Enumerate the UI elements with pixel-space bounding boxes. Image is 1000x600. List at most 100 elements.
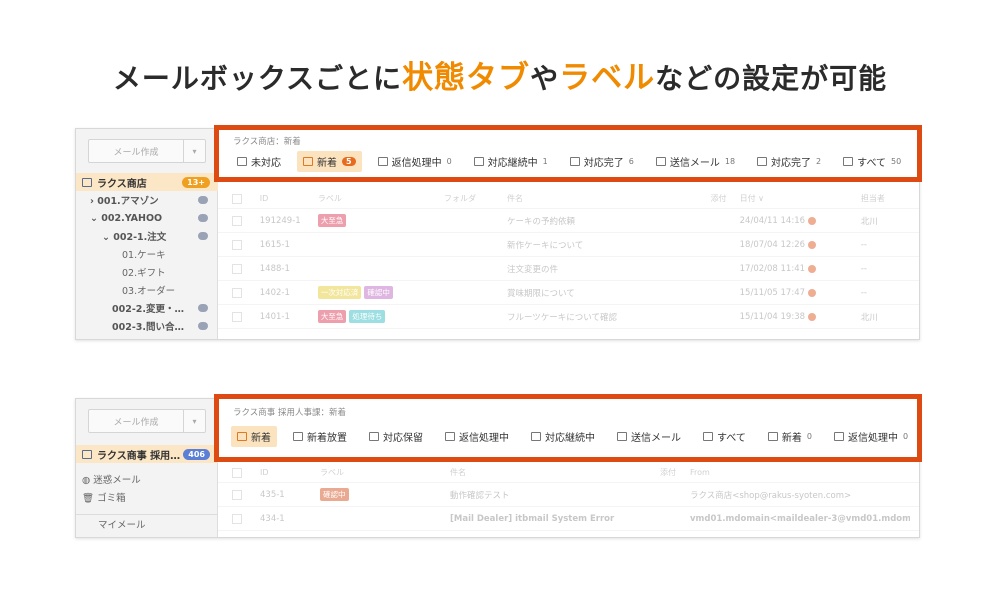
tab-label: 対応保留 [383, 433, 423, 444]
tab-count: 2 [816, 157, 822, 166]
folder-label: 002-2.変更・… [112, 304, 184, 315]
folder-item[interactable]: ◍ 迷惑メール [76, 470, 218, 488]
unread-badge: 406 [183, 448, 210, 460]
tab-icon [843, 157, 854, 166]
tab-icon [237, 432, 247, 441]
status-tab[interactable]: 新着 5 [297, 151, 362, 172]
tab-icon [569, 157, 580, 166]
tab-label: 新着 [251, 433, 271, 444]
breadcrumb: ラクス商事 採用人事課：新着 [233, 408, 346, 418]
headline-accent-labels: ラベル [559, 60, 656, 96]
folder-item[interactable]: 03.オーダー [76, 281, 218, 299]
breadcrumb: ラクス商店：新着 [233, 137, 301, 147]
sidebar: メール作成 ▾ ラクス商事 採用… 406 ◍ 迷惑メール 🗑 ゴミ箱 マイメー… [76, 399, 218, 537]
tab-label: 返信処理中 [459, 433, 509, 444]
tab-label: 新着 [781, 433, 802, 444]
status-tab[interactable]: 返信処理中 [439, 426, 515, 447]
account-label: ラクス商店 [97, 178, 147, 190]
compose-label: メール作成 [113, 417, 159, 428]
status-tab[interactable]: 新着放置 [287, 426, 353, 447]
tab-icon [303, 157, 313, 166]
folder-item[interactable]: マイメール [76, 514, 218, 532]
tab-count: 18 [724, 157, 736, 166]
unread-badge: 13+ [182, 176, 210, 188]
headline-accent-status-tabs: 状態タブ [402, 60, 531, 96]
folder-count [197, 214, 208, 222]
compose-button[interactable]: メール作成 ▾ [88, 139, 206, 163]
folder-count [197, 322, 208, 330]
tab-label: 返信処理中 [848, 433, 898, 444]
mailbox-icon [82, 177, 92, 187]
sidebar-account[interactable]: ラクス商店 13+ [76, 173, 218, 191]
compose-button[interactable]: メール作成 ▾ [88, 409, 206, 433]
tab-count: 1 [542, 157, 548, 166]
tab-label: 未対応 [251, 158, 281, 169]
tab-icon [655, 157, 666, 166]
tab-count: 50 [891, 157, 902, 166]
tab-icon [617, 432, 627, 441]
folder-label: ⌄ 002-1.注文 [102, 232, 167, 243]
tab-count: 5 [342, 157, 356, 166]
folder-label: ⌄ 002.YAHOO [90, 212, 163, 224]
tab-label: 対応継続中 [545, 433, 595, 444]
tab-icon [377, 157, 388, 166]
status-tab[interactable]: 未対応 [231, 151, 287, 172]
folder-label: › 001.アマゾン [90, 196, 159, 207]
status-tab[interactable]: 返信処理中 0 [828, 426, 914, 447]
status-tab[interactable]: 対応継続中 1 [468, 151, 554, 172]
status-tab[interactable]: すべて [697, 426, 752, 447]
folder-label: 02.ギフト [122, 268, 166, 279]
folder-item[interactable]: 🗑 ゴミ箱 [76, 488, 218, 506]
chevron-down-icon[interactable]: ▾ [183, 140, 205, 162]
tab-label: 新着放置 [307, 433, 347, 444]
status-tab[interactable]: 新着 [231, 426, 277, 447]
status-tab[interactable]: 新着 0 [762, 426, 818, 447]
tab-icon [293, 432, 303, 441]
headline-part3: などの設定が可能 [655, 62, 888, 95]
folder-item[interactable]: 01.ケーキ [76, 245, 218, 263]
status-tab[interactable]: 送信メール [611, 426, 687, 447]
headline: メールボックスごとに状態タブやラベルなどの設定が可能 [0, 52, 1000, 97]
tab-label: 新着 [317, 158, 337, 169]
status-tab-highlight: ラクス商店：新着 未対応 新着 5 返信処理中 0 対応継続中 1 対応完了 6 送信メール 18 対… [214, 125, 922, 182]
tab-label: 対応完了 [583, 158, 624, 169]
tab-icon [757, 157, 768, 166]
folder-item[interactable]: 02.ギフト [76, 263, 218, 281]
folder-item[interactable]: ⌄ 002.YAHOO [76, 209, 218, 227]
sidebar: メール作成 ▾ ラクス商店 13+ › 001.アマゾン ⌄ 002.YAHOO… [76, 129, 218, 339]
status-tabs: 未対応 新着 5 返信処理中 0 対応継続中 1 対応完了 6 送信メール 18 対応完了 2 すべて 50 [231, 151, 917, 172]
status-tab-highlight: ラクス商事 採用人事課：新着 新着 新着放置 対応保留 返信処理中 対応継続中 送信メール… [214, 394, 922, 462]
folder-item[interactable]: 002-2.変更・… [76, 299, 218, 317]
chevron-down-icon[interactable]: ▾ [183, 410, 205, 432]
tab-count: 0 [806, 432, 812, 441]
sidebar-account[interactable]: ラクス商事 採用… 406 [76, 445, 218, 463]
compose-label: メール作成 [113, 147, 159, 158]
status-tab[interactable]: すべて 50 [837, 151, 907, 172]
tab-icon [531, 432, 541, 441]
status-tab[interactable]: 返信処理中 0 [372, 151, 458, 172]
folder-item[interactable]: 002-3.問い合… [76, 317, 218, 335]
tab-label: 返信処理中 [391, 158, 442, 169]
folder-label: 03.オーダー [122, 286, 176, 297]
status-tab[interactable]: 対応完了 2 [751, 151, 827, 172]
folder-label: 🗑 ゴミ箱 [82, 493, 126, 504]
status-tab[interactable]: 対応継続中 [525, 426, 601, 447]
tab-icon [767, 432, 778, 441]
tab-label: すべて [857, 158, 887, 169]
status-tab[interactable]: 送信メール 18 [650, 151, 741, 172]
tab-label: 対応継続中 [487, 158, 538, 169]
status-tabs: 新着 新着放置 対応保留 返信処理中 対応継続中 送信メール すべて 新着 0 返信処理中 0 [231, 426, 924, 447]
tab-count: 0 [903, 432, 909, 441]
folder-tree: ◍ 迷惑メール 🗑 ゴミ箱 マイメール [76, 470, 218, 532]
folder-count [197, 196, 208, 204]
status-tab[interactable]: 対応完了 6 [564, 151, 640, 172]
mailbox-icon [82, 449, 92, 459]
tab-count: 0 [446, 157, 452, 166]
folder-label: マイメール [98, 519, 146, 531]
status-tab[interactable]: 対応保留 [363, 426, 429, 447]
folder-item[interactable]: ⌄ 002-1.注文 [76, 227, 218, 245]
folder-count [197, 232, 208, 240]
folder-label: 002-3.問い合… [112, 322, 184, 333]
folder-item[interactable]: › 001.アマゾン [76, 191, 218, 209]
tab-icon [473, 157, 484, 166]
